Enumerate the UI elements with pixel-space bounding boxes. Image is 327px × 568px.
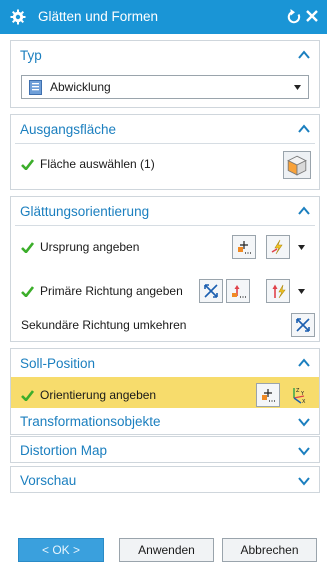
- title-bar: Glätten und Formen: [0, 0, 327, 34]
- coordinate-system-icon: Z Y X: [293, 388, 306, 404]
- row-label: Primäre Richtung angeben: [40, 284, 183, 298]
- section-title: Soll-Position: [20, 355, 96, 371]
- section-glaettung: Glättungsorientierung Ursprung angeben P…: [10, 196, 320, 342]
- section-title: Vorschau: [20, 473, 77, 488]
- row-label: Ursprung angeben: [40, 240, 140, 254]
- lightning-point-icon: [271, 239, 283, 255]
- checkmark-icon: [21, 389, 34, 401]
- close-icon[interactable]: [305, 9, 319, 23]
- cancel-button[interactable]: Abbrechen: [222, 538, 317, 562]
- chevron-down-icon[interactable]: [298, 476, 310, 486]
- svg-text:Z: Z: [296, 388, 300, 394]
- chevron-down-icon: [297, 244, 305, 250]
- row-label: Sekundäre Richtung umkehren: [21, 318, 187, 332]
- section-title: Distortion Map: [20, 443, 108, 458]
- chevron-down-icon[interactable]: [298, 417, 310, 427]
- row-label: Fläche auswählen (1): [40, 157, 155, 171]
- inferred-point-button[interactable]: [266, 235, 290, 259]
- lightning-vector-icon: [272, 284, 286, 299]
- svg-text:Y: Y: [300, 391, 305, 397]
- section-distortion-map: Distortion Map: [10, 436, 320, 463]
- section-transformation: Transformationsobjekte: [10, 408, 320, 435]
- reverse-direction-button[interactable]: [199, 279, 223, 303]
- dialog-footer: < OK > Anwenden Abbrechen: [0, 528, 327, 568]
- vector-dialog-icon: [232, 285, 246, 298]
- document-icon: [29, 79, 42, 95]
- apply-button[interactable]: Anwenden: [119, 538, 214, 562]
- point-dialog-button[interactable]: [232, 235, 256, 259]
- svg-text:X: X: [302, 399, 306, 404]
- checkmark-icon: [21, 285, 34, 297]
- section-header-vorschau[interactable]: Vorschau: [11, 467, 319, 494]
- section-title: Transformationsobjekte: [20, 414, 161, 429]
- csys-button[interactable]: Z Y X: [285, 383, 309, 407]
- chevron-up-icon[interactable]: [298, 206, 310, 216]
- row-label: Orientierung angeben: [40, 388, 157, 402]
- window-title: Glätten und Formen: [38, 9, 159, 24]
- section-vorschau: Vorschau: [10, 466, 320, 493]
- point-dialog-button[interactable]: [256, 383, 280, 407]
- section-header-transformation[interactable]: Transformationsobjekte: [11, 408, 319, 435]
- primary-direction-options-dropdown[interactable]: [295, 279, 307, 303]
- section-title: Glättungsorientierung: [20, 203, 150, 219]
- chevron-up-icon[interactable]: [298, 124, 310, 134]
- inferred-vector-button[interactable]: [266, 279, 290, 303]
- chevron-down-icon: [297, 288, 305, 294]
- divider: [15, 143, 315, 144]
- chevron-up-icon[interactable]: [298, 50, 310, 60]
- chevron-down-icon[interactable]: [298, 446, 310, 456]
- checkmark-icon: [21, 158, 34, 170]
- cube-icon: [287, 155, 307, 176]
- section-typ: Typ Abwicklung: [10, 40, 320, 108]
- point-dialog-icon: [238, 241, 251, 254]
- section-header-distortion[interactable]: Distortion Map: [11, 437, 319, 464]
- divider: [15, 225, 315, 226]
- section-title: Ausgangsfläche: [20, 121, 117, 137]
- section-ausgangsflaeche: Ausgangsfläche Fläche auswählen (1): [10, 114, 320, 190]
- select-face-button[interactable]: [283, 151, 311, 179]
- secondary-direction-row: Sekundäre Richtung umkehren: [11, 311, 319, 339]
- reset-icon[interactable]: [286, 8, 302, 26]
- chevron-up-icon[interactable]: [298, 358, 310, 368]
- select-face-row[interactable]: Fläche auswählen (1): [11, 150, 319, 178]
- reverse-direction-icon: [296, 318, 310, 332]
- vector-dialog-button[interactable]: [226, 279, 250, 303]
- section-header-typ[interactable]: Typ: [11, 41, 319, 69]
- chevron-down-icon: [294, 85, 301, 90]
- reverse-secondary-button[interactable]: [291, 313, 315, 337]
- gear-icon[interactable]: [10, 9, 26, 25]
- type-dropdown[interactable]: Abwicklung: [21, 75, 309, 99]
- origin-options-dropdown[interactable]: [295, 235, 307, 259]
- section-header-glaettung[interactable]: Glättungsorientierung: [11, 197, 319, 225]
- reverse-direction-icon: [204, 284, 218, 298]
- section-header-ausgangsflaeche[interactable]: Ausgangsfläche: [11, 115, 319, 143]
- checkmark-icon: [21, 241, 34, 253]
- dropdown-value: Abwicklung: [50, 80, 111, 94]
- point-dialog-icon: [262, 389, 275, 402]
- section-title: Typ: [20, 47, 42, 63]
- section-header-soll[interactable]: Soll-Position: [11, 349, 319, 377]
- ok-button[interactable]: < OK >: [18, 538, 104, 562]
